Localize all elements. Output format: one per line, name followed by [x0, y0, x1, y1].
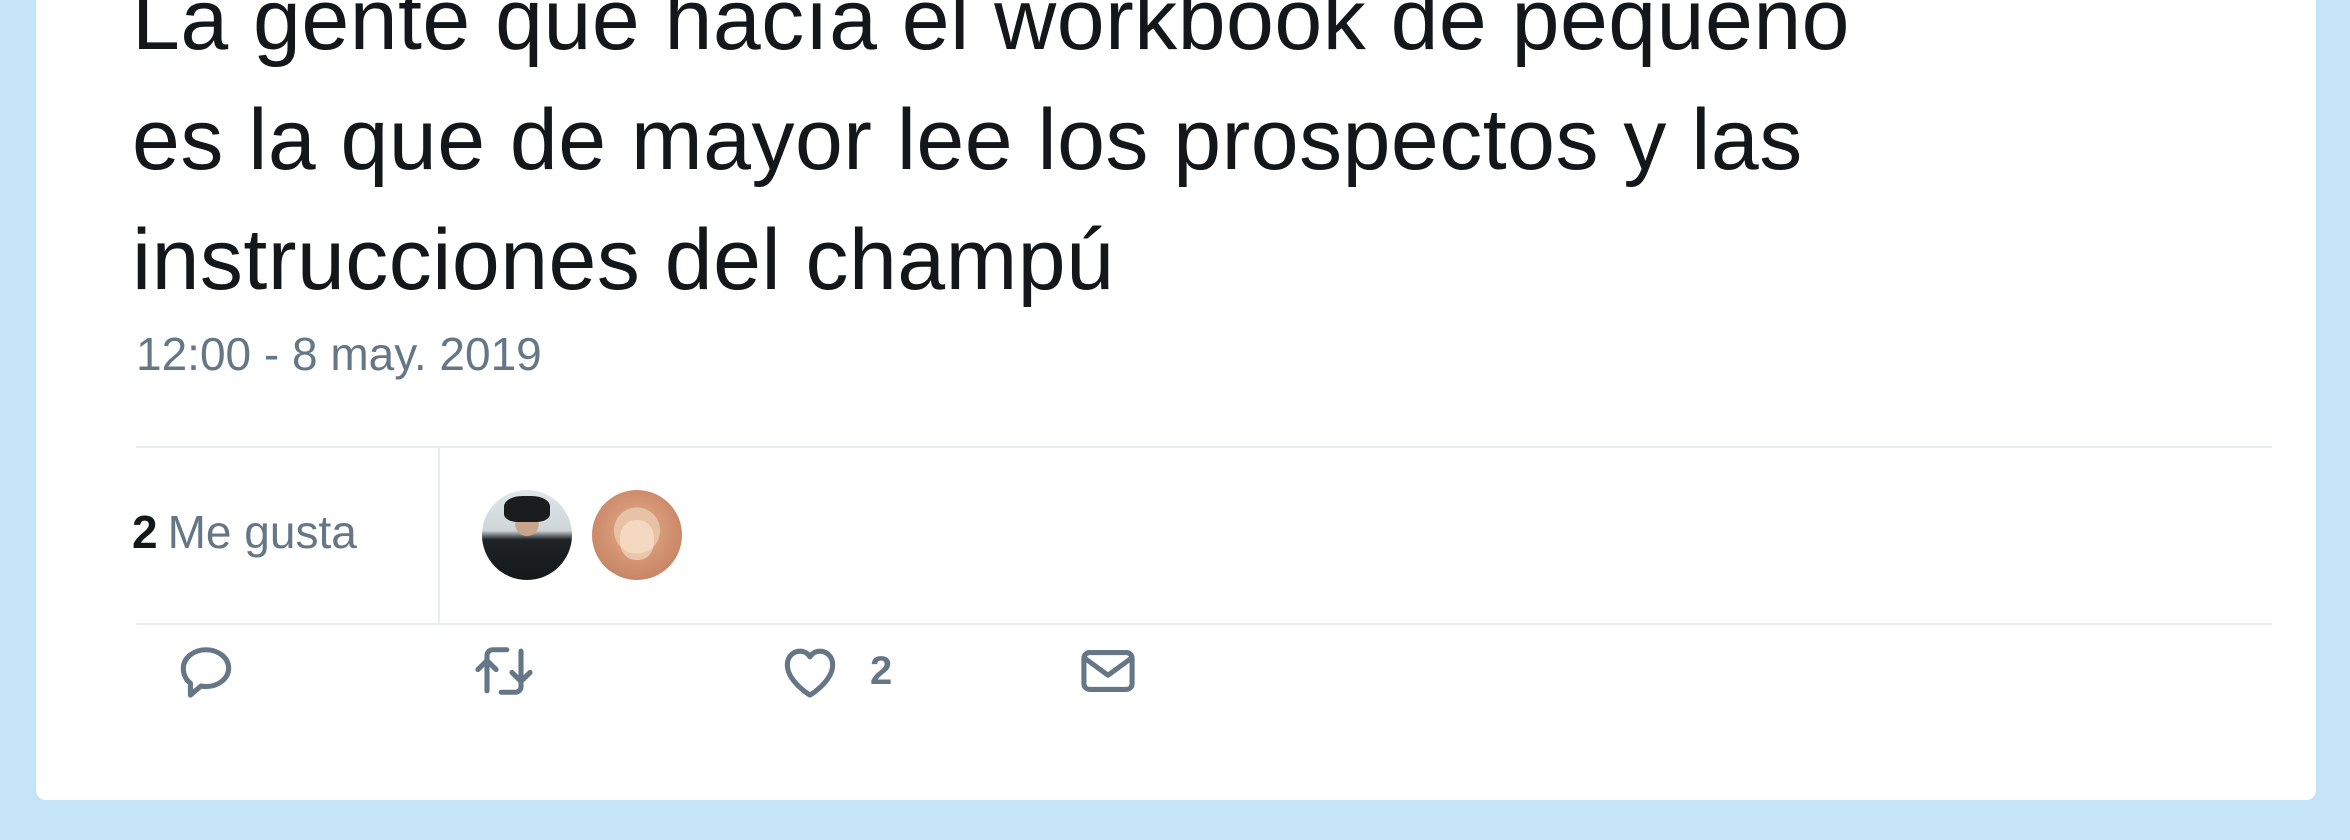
tweet-text-line: instrucciones del champú — [132, 212, 1115, 308]
likes-count: 2 — [132, 506, 158, 558]
tweet-text-line: es la que de mayor lee los prospectos y … — [132, 92, 1803, 188]
tweet-text: La gente que hacía el workbook de pequeñ… — [132, 0, 2282, 320]
direct-message-button[interactable] — [1074, 636, 1142, 706]
divider — [136, 623, 2272, 625]
retweet-icon — [475, 647, 533, 695]
heart-icon — [784, 648, 836, 698]
divider — [136, 446, 2272, 448]
reply-button[interactable] — [172, 636, 240, 706]
likes-summary[interactable]: 2 Me gusta — [132, 505, 357, 559]
retweet-button[interactable] — [470, 636, 538, 706]
tweet-text-line: La gente que hacía el workbook de pequeñ… — [132, 0, 1850, 68]
tweet-timestamp[interactable]: 12:00 - 8 may. 2019 — [136, 327, 542, 381]
tweet-card: La gente que hacía el workbook de pequeñ… — [36, 0, 2316, 800]
reply-icon — [180, 647, 232, 698]
mail-icon — [1081, 650, 1135, 692]
like-button[interactable]: 2 — [776, 636, 892, 706]
avatar[interactable] — [592, 490, 682, 580]
likes-label: Me gusta — [167, 506, 357, 558]
divider — [438, 448, 440, 623]
avatar[interactable] — [482, 490, 572, 580]
like-count: 2 — [870, 648, 893, 693]
